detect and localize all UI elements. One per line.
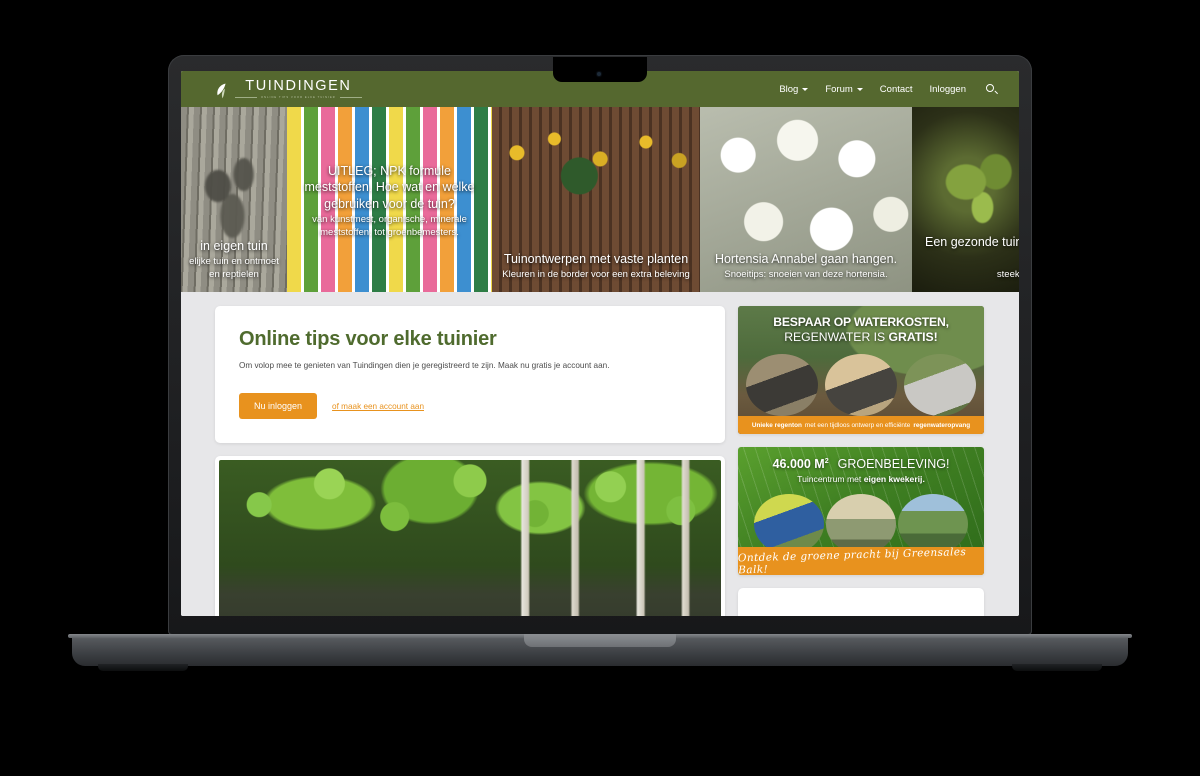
sidebar-card-third[interactable] bbox=[738, 588, 984, 616]
chevron-down-icon bbox=[802, 88, 809, 91]
login-promo-card: Online tips voor elke tuinier Om volop m… bbox=[215, 306, 725, 443]
ad-strip-middle: met een tijdloos ontwerp en efficiënte bbox=[804, 421, 911, 429]
ad-photo-barrel-1 bbox=[746, 354, 818, 416]
main-column: Online tips voor elke tuinier Om volop m… bbox=[215, 306, 725, 616]
carousel-slide-5[interactable]: Een gezonde tuin met de el steek de kop … bbox=[912, 107, 1019, 292]
ad-banner-rainwater[interactable]: BESPAAR OP WATERKOSTEN, REGENWATER IS GR… bbox=[738, 306, 984, 434]
ad-headline-line1: BESPAAR OP WATERKOSTEN, bbox=[773, 315, 949, 329]
ad-headline-line2-light: REGENWATER IS bbox=[784, 330, 889, 344]
ad-strip-bold-start: Unieke regenton bbox=[751, 421, 802, 429]
nav-item-label: Contact bbox=[879, 83, 913, 95]
slide-subtitle: elijke tuin en ontmoet en reptielen bbox=[189, 256, 279, 281]
carousel-slide-3[interactable]: Tuinontwerpen met vaste planten Kleuren … bbox=[492, 107, 700, 292]
ad-photo-worker bbox=[754, 494, 824, 554]
leaf-icon bbox=[215, 83, 230, 99]
carousel-slide-1[interactable]: in eigen tuin elijke tuin en ontmoet en … bbox=[181, 107, 287, 292]
ad-headline-line2: REGENWATER IS GRATIS! bbox=[738, 330, 984, 344]
ad-footer-strip: Ontdek de groene pracht bij Greensales B… bbox=[738, 546, 984, 575]
brand-logo[interactable]: TUINDINGEN ONLINE TIPS VOOR ELKE TUINIER bbox=[215, 77, 362, 99]
website-viewport: TUINDINGEN ONLINE TIPS VOOR ELKE TUINIER… bbox=[181, 71, 1019, 616]
ad-image-collage bbox=[754, 494, 968, 554]
ad-headline-line1: 46.000 M2 GROENBELEVING! bbox=[738, 457, 984, 471]
sidebar-column: BESPAAR OP WATERKOSTEN, REGENWATER IS GR… bbox=[738, 306, 984, 616]
brand-name: TUINDINGEN bbox=[245, 77, 352, 94]
slide-caption: Tuinontwerpen met vaste planten Kleuren … bbox=[492, 251, 700, 282]
carousel-slide-4[interactable]: Hortensia Annabel gaan hangen. Snoeitips… bbox=[700, 107, 912, 292]
ad-headline-line2: Tuincentrum met eigen kwekerij. bbox=[738, 474, 984, 484]
chevron-down-icon bbox=[856, 88, 863, 91]
ad-subline-bold: eigen kwekerij. bbox=[863, 474, 925, 484]
slide-subtitle: Snoeitips: snoeien van deze hortensia. bbox=[724, 269, 888, 281]
ad-banner-garden-centre[interactable]: 46.000 M2 GROENBELEVING! Tuincentrum met… bbox=[738, 447, 984, 575]
nav-item-forum[interactable]: Forum bbox=[825, 83, 863, 95]
ad-photo-greenhouse bbox=[826, 494, 896, 554]
ad-headline-rest: GROENBELEVING! bbox=[837, 457, 950, 471]
slide-caption: Een gezonde tuin met de el steek de kop … bbox=[912, 234, 1019, 282]
slide-title: UITLEG; NPK formule meststoffen. Hoe wat… bbox=[304, 163, 475, 211]
laptop-notch bbox=[553, 57, 647, 82]
slide-subtitle: van kunstmest, organische, minerale mest… bbox=[312, 213, 467, 238]
laptop-mockup: TUINDINGEN ONLINE TIPS VOOR ELKE TUINIER… bbox=[0, 0, 1200, 776]
laptop-screen: TUINDINGEN ONLINE TIPS VOOR ELKE TUINIER… bbox=[181, 71, 1019, 616]
featured-photo-card[interactable] bbox=[215, 456, 725, 616]
ad-footer-strip: Unieke regenton met een tijdloos ontwerp… bbox=[738, 416, 984, 434]
ad-headline-number: 46.000 M2 bbox=[773, 457, 829, 471]
ad-headline: BESPAAR OP WATERKOSTEN, REGENWATER IS GR… bbox=[738, 315, 984, 344]
laptop-base-notch bbox=[524, 634, 676, 647]
slide-subtitle: Kleuren in de border voor een extra bele… bbox=[502, 269, 690, 281]
nav-item-label: Inloggen bbox=[929, 83, 966, 95]
login-description: Om volop mee te genieten van Tuindingen … bbox=[239, 361, 610, 370]
ad-headline-line2-bold: GRATIS! bbox=[888, 330, 938, 344]
ad-subline-light: Tuincentrum met bbox=[797, 474, 864, 484]
carousel-slide-2[interactable]: UITLEG; NPK formule meststoffen. Hoe wat… bbox=[287, 107, 492, 292]
nav-item-inloggen[interactable]: Inloggen bbox=[930, 84, 966, 95]
nav-item-blog[interactable]: Blog bbox=[779, 83, 809, 95]
ad-headline: 46.000 M2 GROENBELEVING! Tuincentrum met… bbox=[738, 457, 984, 484]
hero-carousel[interactable]: in eigen tuin elijke tuin en ontmoet en … bbox=[181, 107, 1019, 292]
nav-item-label: Forum bbox=[825, 83, 853, 95]
nav-item-contact[interactable]: Contact bbox=[880, 84, 913, 95]
slide-caption: Hortensia Annabel gaan hangen. Snoeitips… bbox=[700, 251, 912, 282]
birch-trees-image bbox=[219, 460, 721, 616]
search-icon[interactable] bbox=[986, 83, 998, 95]
ad-photo-nursery bbox=[898, 494, 968, 554]
slide-title: in eigen tuin bbox=[200, 238, 268, 253]
laptop-foot-left bbox=[98, 664, 188, 671]
ad-headline-number-value: 46.000 M bbox=[772, 457, 825, 471]
ad-photo-barrel-3 bbox=[904, 354, 976, 416]
ad-image-collage bbox=[746, 354, 976, 416]
brand-tagline: ONLINE TIPS VOOR ELKE TUINIER bbox=[235, 96, 362, 99]
webcam-icon bbox=[597, 72, 601, 76]
slide-caption: in eigen tuin elijke tuin en ontmoet en … bbox=[181, 238, 287, 282]
slide-title: Tuinontwerpen met vaste planten bbox=[503, 251, 689, 266]
main-navigation: Blog Forum Contact Inloggen bbox=[779, 83, 998, 95]
login-actions: Nu inloggen of maak een account aan bbox=[239, 393, 701, 419]
ad-strip-script-text: Ontdek de groene pracht bij Greensales B… bbox=[738, 546, 967, 575]
ad-strip-bold-end: regenwateropvang bbox=[913, 421, 971, 429]
laptop-foot-right bbox=[1012, 664, 1102, 671]
login-button[interactable]: Nu inloggen bbox=[239, 393, 318, 419]
nav-item-label: Blog bbox=[779, 83, 799, 95]
slide-caption: UITLEG; NPK formule meststoffen. Hoe wat… bbox=[287, 162, 492, 239]
slide-title: Een gezonde tuin met de el bbox=[925, 235, 1019, 250]
ad-headline-superscript: 2 bbox=[824, 457, 829, 465]
register-link[interactable]: of maak een account aan bbox=[332, 402, 424, 411]
ad-photo-barrel-2 bbox=[825, 354, 897, 416]
slide-title: Hortensia Annabel gaan hangen. bbox=[714, 251, 898, 266]
slide-subtitle: steek de kop ee bbox=[996, 269, 1019, 281]
page-title: Online tips voor elke tuinier bbox=[239, 328, 497, 350]
page-content: Online tips voor elke tuinier Om volop m… bbox=[181, 292, 1019, 616]
